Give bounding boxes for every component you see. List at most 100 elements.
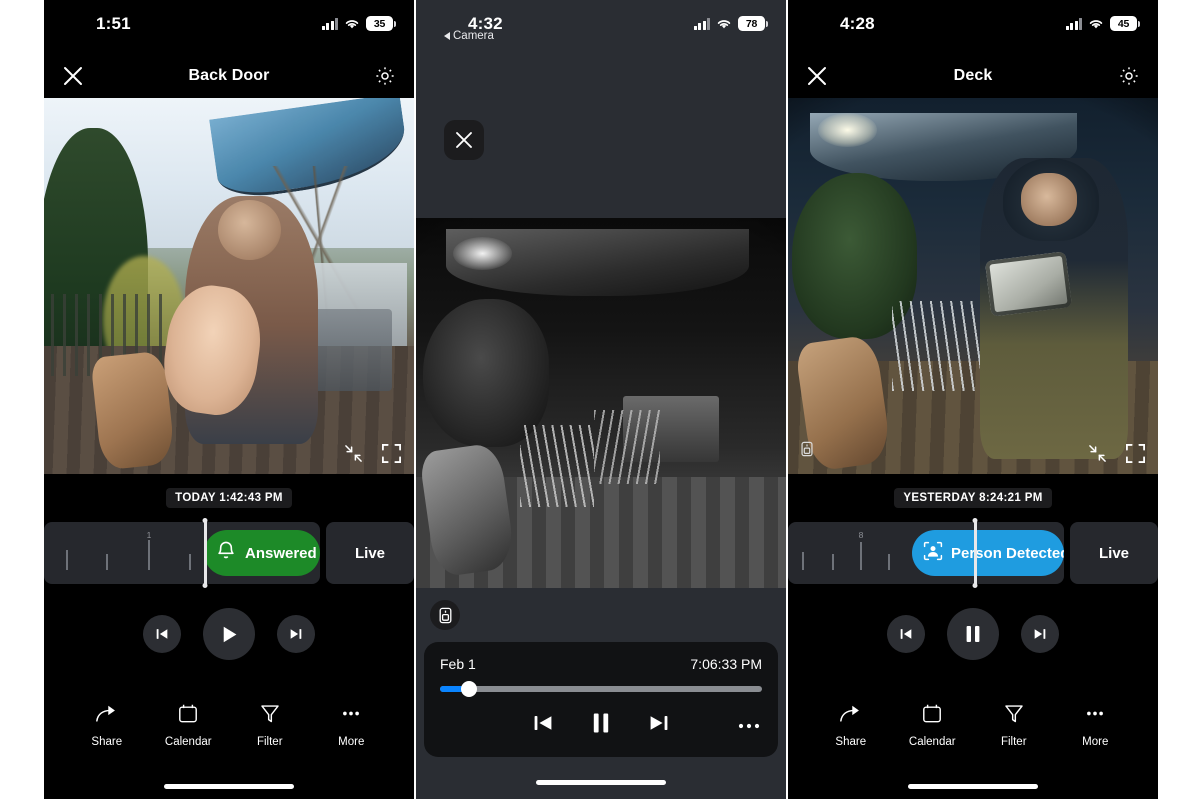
calendar-button[interactable]: Calendar	[156, 703, 220, 748]
filter-label: Filter	[257, 736, 283, 748]
home-indicator-area	[788, 773, 1158, 799]
battery-indicator: 78	[738, 16, 768, 31]
home-indicator[interactable]	[164, 784, 294, 789]
skip-back-icon[interactable]	[887, 615, 925, 653]
calendar-button[interactable]: Calendar	[900, 703, 964, 748]
camera-panel-fullscreen-playback: 4:32 Camera 78	[416, 0, 786, 799]
timeline-scrubber[interactable]: 8 Person Detected Live	[788, 522, 1158, 584]
slider-knob[interactable]	[461, 681, 477, 697]
wifi-icon	[344, 18, 360, 30]
share-icon	[95, 703, 119, 729]
play-icon[interactable]	[203, 608, 255, 660]
doorbell-device-icon[interactable]	[430, 600, 460, 630]
more-button[interactable]: More	[1063, 703, 1127, 748]
timeline-track[interactable]: 1 Answered	[44, 522, 320, 584]
more-icon[interactable]	[738, 717, 760, 735]
home-indicator[interactable]	[908, 784, 1038, 789]
filter-icon	[1003, 703, 1025, 729]
zoom-out-icon[interactable]	[1088, 444, 1107, 463]
cellular-signal-icon	[322, 18, 339, 30]
fullscreen-icon[interactable]	[1125, 443, 1146, 464]
timeline-scrubber[interactable]: 1 Answered Live	[44, 522, 414, 584]
live-video-view[interactable]	[788, 98, 1158, 474]
fullscreen-icon[interactable]	[381, 443, 402, 464]
playback-time: 7:06:33 PM	[690, 656, 762, 672]
skip-forward-icon[interactable]	[1021, 615, 1059, 653]
share-icon	[839, 703, 863, 729]
filter-label: Filter	[1001, 736, 1027, 748]
panel-spacer	[788, 684, 1158, 695]
camera-panel-back-door: 1:51 35 Back Door	[44, 0, 414, 799]
timeline-event-answered[interactable]: Answered	[204, 530, 320, 576]
skip-back-icon[interactable]	[143, 615, 181, 653]
timeline-playhead[interactable]	[204, 520, 207, 586]
playback-card: Feb 1 7:06:33 PM	[424, 642, 778, 757]
skip-forward-icon[interactable]	[647, 711, 671, 740]
zoom-out-icon[interactable]	[344, 444, 363, 463]
status-time: 1:51	[96, 14, 131, 34]
transport-controls	[44, 584, 414, 684]
close-icon[interactable]	[444, 120, 484, 160]
share-button[interactable]: Share	[75, 703, 139, 748]
status-bar: 1:51 35	[44, 0, 414, 54]
filter-icon	[259, 703, 281, 729]
share-label: Share	[835, 736, 866, 748]
more-button[interactable]: More	[319, 703, 383, 748]
live-button[interactable]: Live	[326, 522, 414, 584]
playback-progress-slider[interactable]	[440, 686, 762, 692]
calendar-icon	[177, 703, 199, 729]
video-frame	[44, 98, 414, 474]
live-button[interactable]: Live	[1070, 522, 1158, 584]
pause-icon[interactable]	[947, 608, 999, 660]
pause-icon[interactable]	[589, 710, 613, 741]
bottom-toolbar: Share Calendar Filter More	[44, 695, 414, 773]
gear-icon[interactable]	[1118, 65, 1140, 87]
battery-level: 45	[1110, 16, 1137, 31]
playback-top-area	[416, 54, 786, 218]
close-icon[interactable]	[806, 65, 828, 87]
video-frame	[416, 218, 786, 588]
gear-icon[interactable]	[374, 65, 396, 87]
live-video-view[interactable]	[44, 98, 414, 474]
status-back-indicator[interactable]: Camera	[444, 30, 494, 42]
battery-indicator: 45	[1110, 16, 1140, 31]
status-indicators: 78	[694, 16, 769, 31]
video-overlay-controls	[344, 443, 402, 464]
timeline-hour-label: 1	[147, 530, 152, 540]
cellular-signal-icon	[1066, 18, 1083, 30]
home-indicator-area	[416, 765, 786, 799]
timestamp-label: YESTERDAY 8:24:21 PM	[894, 488, 1051, 508]
screenshot-stage: 1:51 35 Back Door	[0, 0, 1200, 799]
skip-forward-icon[interactable]	[277, 615, 315, 653]
timeline-event-label: Person Detected	[951, 545, 1064, 562]
playback-video-view[interactable]	[416, 218, 786, 588]
timestamp-bar: YESTERDAY 8:24:21 PM	[788, 474, 1158, 522]
battery-cap	[394, 21, 396, 27]
doorbell-device-icon[interactable]	[800, 441, 814, 462]
battery-level: 35	[366, 16, 393, 31]
timeline-playhead[interactable]	[974, 520, 977, 586]
panel-divider	[414, 0, 416, 799]
filter-button[interactable]: Filter	[982, 703, 1046, 748]
timeline-hour-label: 8	[859, 530, 864, 540]
more-icon	[340, 703, 362, 729]
calendar-icon	[921, 703, 943, 729]
page-title: Back Door	[189, 67, 270, 85]
calendar-label: Calendar	[909, 736, 956, 748]
filter-button[interactable]: Filter	[238, 703, 302, 748]
status-indicators: 35	[322, 16, 397, 31]
video-frame	[788, 98, 1158, 474]
nav-bar: Back Door	[44, 54, 414, 98]
timeline-track[interactable]: 8 Person Detected	[788, 522, 1064, 584]
home-indicator[interactable]	[536, 780, 666, 785]
timeline-event-person-detected[interactable]: Person Detected	[912, 530, 1064, 576]
skip-back-icon[interactable]	[531, 711, 555, 740]
close-icon[interactable]	[62, 65, 84, 87]
page-title: Deck	[954, 67, 993, 85]
calendar-label: Calendar	[165, 736, 212, 748]
bottom-toolbar: Share Calendar Filter More	[788, 695, 1158, 773]
battery-cap	[1138, 21, 1140, 27]
share-button[interactable]: Share	[819, 703, 883, 748]
camera-panel-deck: 4:28 45 Deck	[788, 0, 1158, 799]
playback-controls-area: Feb 1 7:06:33 PM	[416, 588, 786, 765]
